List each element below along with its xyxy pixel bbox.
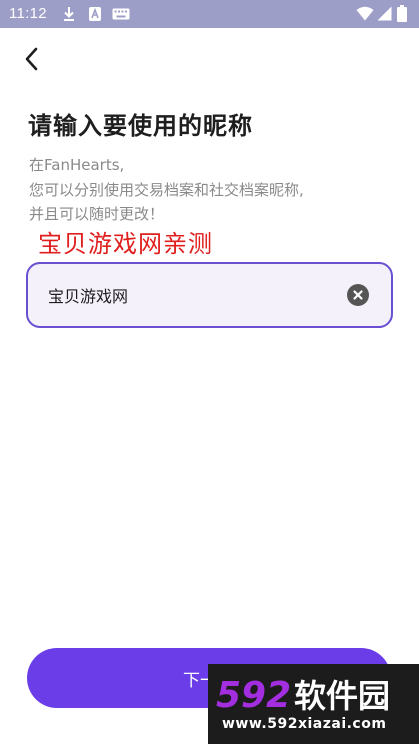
clear-circle-icon xyxy=(353,290,363,300)
watermark-text: 宝贝游戏网亲测 xyxy=(38,230,213,258)
page-title: 请输入要使用的昵称 xyxy=(28,112,253,140)
description-line-2: 您可以分别使用交易档案和社交档案昵称, xyxy=(29,181,304,199)
logo-number: 592 xyxy=(216,675,291,716)
signal-icon xyxy=(377,6,392,21)
download-icon xyxy=(64,7,74,21)
back-button[interactable] xyxy=(18,42,48,76)
battery-icon xyxy=(397,5,407,22)
status-time: 11:12 xyxy=(9,5,47,22)
keyboard-icon xyxy=(112,8,130,20)
nickname-screen: 11:12 请输入要使用的昵称 在FanHearts, 您可以分别使用交易档案和… xyxy=(0,0,419,744)
notification-a-icon xyxy=(89,7,101,21)
logo-url: www.592xiazai.com xyxy=(222,716,387,732)
site-logo-watermark: 592 软件园 www.592xiazai.com xyxy=(208,664,419,744)
description-line-1: 在FanHearts, xyxy=(29,156,125,174)
nickname-input[interactable] xyxy=(48,264,338,326)
logo-name: 软件园 xyxy=(294,677,390,715)
status-bar: 11:12 xyxy=(0,0,419,28)
wifi-icon xyxy=(356,6,374,21)
description-line-3: 并且可以随时更改！ xyxy=(29,205,165,223)
chevron-left-icon xyxy=(25,47,38,71)
clear-button[interactable] xyxy=(347,284,369,306)
nickname-field[interactable] xyxy=(26,262,393,328)
site-logo: 592 软件园 xyxy=(216,675,390,716)
